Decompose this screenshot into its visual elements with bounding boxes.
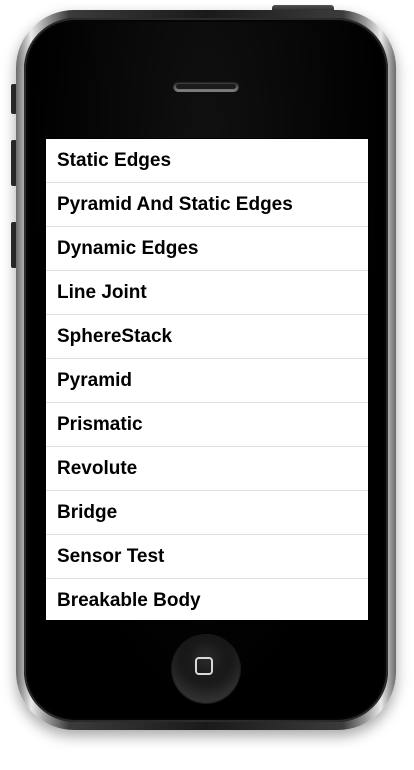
list-item-prismatic[interactable]: Prismatic bbox=[46, 403, 368, 447]
home-button[interactable] bbox=[172, 635, 240, 703]
list-item-label: Breakable Body bbox=[57, 589, 201, 611]
home-button-icon bbox=[195, 657, 213, 675]
list-item-label: Static Edges bbox=[57, 149, 172, 171]
app-screen: Static Edges Pyramid And Static Edges Dy… bbox=[46, 139, 368, 620]
list-item-label: Sensor Test bbox=[57, 545, 165, 567]
earpiece-speaker-icon bbox=[173, 81, 239, 92]
list-item-label: Pyramid And Static Edges bbox=[57, 193, 293, 215]
list-item-pyramid-and-static-edges[interactable]: Pyramid And Static Edges bbox=[46, 183, 368, 227]
list-item-bridge[interactable]: Bridge bbox=[46, 491, 368, 535]
list-item-sensor-test[interactable]: Sensor Test bbox=[46, 535, 368, 579]
list-item-static-edges[interactable]: Static Edges bbox=[46, 139, 368, 183]
list-item-dynamic-edges[interactable]: Dynamic Edges bbox=[46, 227, 368, 271]
list-item-label: Revolute bbox=[57, 457, 138, 479]
list-item-label: Pyramid bbox=[57, 369, 132, 391]
list-item-label: Bridge bbox=[57, 501, 118, 523]
list-item-label: SphereStack bbox=[57, 325, 173, 347]
list-item-spherestack[interactable]: SphereStack bbox=[46, 315, 368, 359]
list-item-line-joint[interactable]: Line Joint bbox=[46, 271, 368, 315]
list-item-revolute[interactable]: Revolute bbox=[46, 447, 368, 491]
list-item-label: Line Joint bbox=[57, 281, 147, 303]
device-frame: Static Edges Pyramid And Static Edges Dy… bbox=[0, 0, 414, 770]
list-item-pyramid[interactable]: Pyramid bbox=[46, 359, 368, 403]
list-item-label: Dynamic Edges bbox=[57, 237, 199, 259]
list-item-breakable-body[interactable]: Breakable Body bbox=[46, 579, 368, 620]
list-item-label: Prismatic bbox=[57, 413, 143, 435]
